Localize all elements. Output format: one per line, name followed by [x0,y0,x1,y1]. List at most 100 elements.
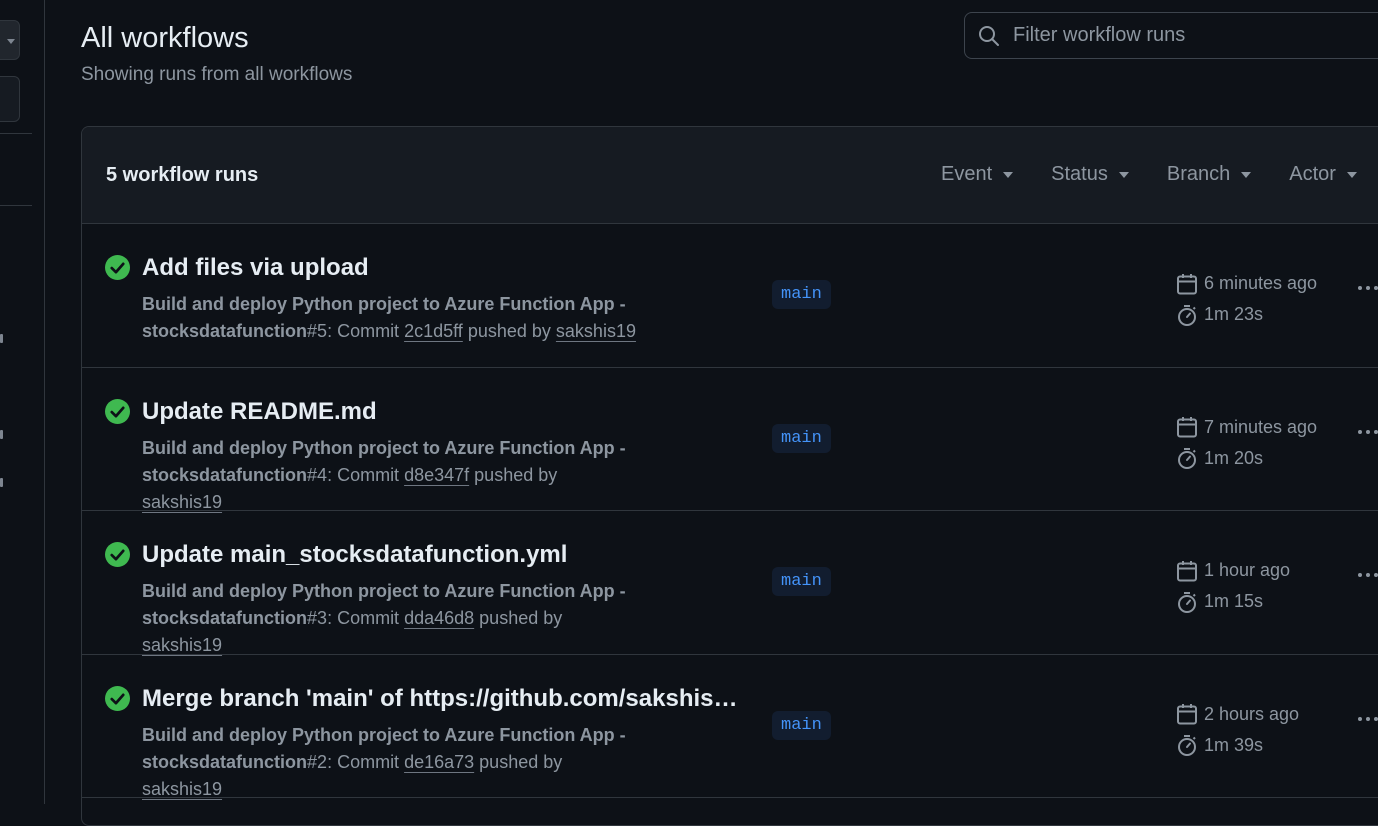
workflow-run-row[interactable]: Update main_stocksdatafunction.yml Build… [82,511,1378,655]
run-meta: Build and deploy Python project to Azure… [142,722,642,803]
chevron-down-icon [1346,171,1357,178]
chevron-down-icon [1003,171,1014,178]
run-title[interactable]: Update README.md [142,398,377,426]
branch-badge[interactable]: main [772,280,831,309]
workflow-line[interactable]: Build and deploy Python project to Azure… [142,581,626,601]
pushed-by-text: pushed by [467,321,551,341]
filter-label: Branch [1166,163,1231,185]
sidebar-dropdown-button[interactable] [0,20,20,60]
workflow-run-row[interactable]: Merge branch 'main' of https://github.co… [82,655,1378,799]
pushed-by-text: pushed by [474,464,558,485]
check-circle-icon [105,255,130,280]
calendar-icon [1177,704,1197,725]
run-title[interactable]: Update main_stocksdatafunction.yml [142,541,567,569]
run-duration: 1m 15s [1204,591,1264,611]
filter-label: Actor [1289,163,1336,185]
actor-link[interactable]: sakshis19 [142,635,222,655]
commit-prefix: : Commit [327,321,400,341]
kebab-horizontal-icon[interactable] [1358,429,1378,434]
run-times: 1 hour ago 1m 15s [1175,555,1290,617]
workflow-line[interactable]: Build and deploy Python project to Azure… [142,725,626,745]
calendar-icon [1177,417,1197,438]
sidebar-new-workflow-button[interactable] [0,76,20,122]
sidebar [0,0,45,804]
run-time: 1 hour ago [1204,560,1291,580]
run-meta: Build and deploy Python project to Azure… [142,578,642,659]
run-duration: 1m 23s [1204,304,1264,324]
workflow-name[interactable]: stocksdatafunction [142,465,307,485]
kebab-horizontal-icon[interactable] [1358,286,1378,290]
commit-link[interactable]: de16a73 [404,752,474,772]
runs-header: 5 workflow runs Event Status Branch Acto… [82,127,1378,224]
page-title: All workflows [81,22,249,54]
filter-label: Event [941,163,993,185]
run-duration: 1m 20s [1204,447,1264,468]
commit-link[interactable]: 2c1d5ff [404,321,463,341]
workflow-line[interactable]: Build and deploy Python project to Azure… [142,294,626,314]
pushed-by-text: pushed by [479,608,563,628]
run-title[interactable]: Add files via upload [142,254,369,282]
sidebar-item-marker[interactable] [0,430,3,439]
workflow-name[interactable]: stocksdatafunction [142,608,307,628]
actor-link[interactable]: sakshis19 [556,321,636,341]
filter-event[interactable]: Event [941,163,1014,186]
sidebar-item-marker[interactable] [0,478,3,487]
stopwatch-icon [1178,304,1196,326]
workflow-line[interactable]: Build and deploy Python project to Azure… [142,438,626,458]
pushed-by-text: pushed by [479,751,563,772]
commit-link[interactable]: dda46d8 [404,608,474,628]
actor-link[interactable]: sakshis19 [142,779,222,799]
run-number: #4 [307,464,328,485]
run-duration: 1m 39s [1204,734,1264,755]
run-time: 2 hours ago [1204,703,1300,724]
kebab-horizontal-icon[interactable] [1358,573,1378,577]
run-number: #3 [307,608,328,628]
actor-link[interactable]: sakshis19 [142,492,222,512]
chevron-down-icon [1118,171,1129,178]
run-times: 6 minutes ago 1m 23s [1175,268,1317,330]
run-time: 7 minutes ago [1204,416,1318,437]
calendar-icon [1177,560,1197,581]
sidebar-item-marker[interactable] [0,334,3,343]
stopwatch-icon [1178,591,1196,613]
commit-link[interactable]: d8e347f [404,465,469,485]
commit-prefix: : Commit [327,751,400,772]
run-times: 7 minutes ago 1m 20s [1175,412,1317,474]
run-number: #5 [307,321,328,341]
commit-prefix: : Commit [327,464,400,485]
workflow-run-row[interactable]: Update README.md Build and deploy Python… [82,368,1378,512]
filter-bar: Event Status Branch Actor [941,163,1378,186]
run-number: #2 [307,751,328,772]
run-count: 5 workflow runs [106,164,259,186]
run-times: 2 hours ago 1m 39s [1175,699,1299,761]
workflow-name[interactable]: stocksdatafunction [142,752,307,772]
run-meta: Build and deploy Python project to Azure… [142,435,642,516]
search-input[interactable] [1013,24,1373,47]
workflow-name[interactable]: stocksdatafunction [142,321,307,341]
sidebar-divider [0,133,32,134]
filter-status[interactable]: Status [1051,163,1129,186]
calendar-icon [1177,273,1197,294]
branch-badge[interactable]: main [772,423,831,453]
filter-branch[interactable]: Branch [1166,163,1252,186]
branch-badge[interactable]: main [772,567,831,596]
kebab-horizontal-icon[interactable] [1358,716,1378,721]
commit-prefix: : Commit [327,608,400,628]
run-title[interactable]: Merge branch 'main' of https://github.co… [142,685,742,713]
branch-badge[interactable]: main [772,710,831,740]
workflow-run-row[interactable]: Add files via upload Build and deploy Py… [82,224,1378,368]
filter-label: Status [1051,163,1108,185]
filter-actor[interactable]: Actor [1289,163,1357,186]
filter-search-box[interactable] [964,12,1378,59]
main-content: All workflows Showing runs from all work… [81,0,1378,826]
sidebar-divider [0,205,32,206]
stopwatch-icon [1178,448,1196,469]
check-circle-icon [105,542,130,567]
stopwatch-icon [1178,735,1196,756]
check-circle-icon [105,685,130,711]
search-icon [979,25,999,46]
page-subtitle: Showing runs from all workflows [81,64,353,85]
workflow-runs-box: 5 workflow runs Event Status Branch Acto… [81,126,1378,826]
run-meta: Build and deploy Python project to Azure… [142,291,642,345]
chevron-down-icon [1241,171,1252,178]
